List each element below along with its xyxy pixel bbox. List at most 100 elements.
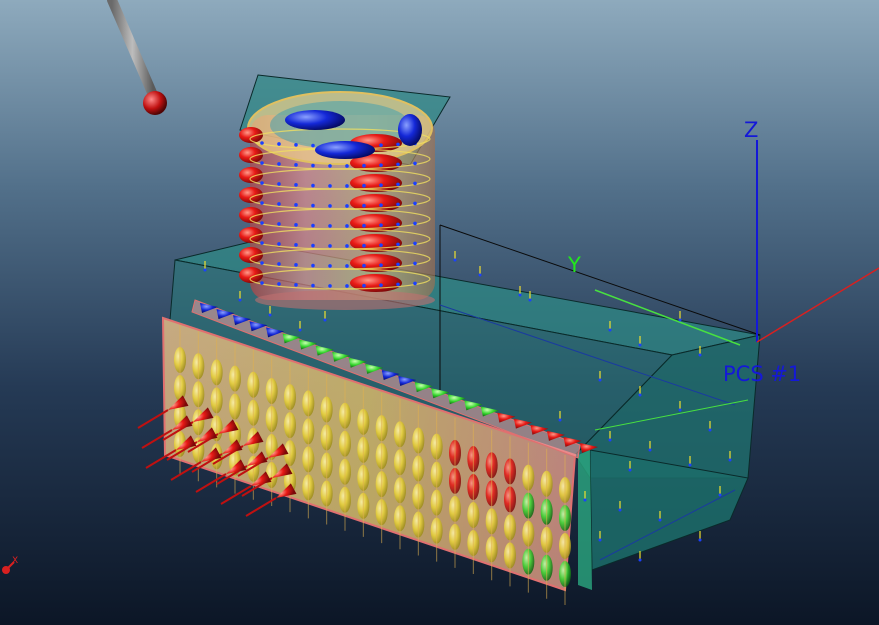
node-dot xyxy=(311,223,315,228)
node-dot xyxy=(396,282,400,287)
node-dot xyxy=(277,162,281,166)
node-dot xyxy=(379,163,383,167)
node-dot xyxy=(311,143,315,148)
top-stress-blue xyxy=(398,114,422,146)
node-dot xyxy=(260,241,264,245)
node-dot xyxy=(328,264,332,268)
force-node xyxy=(698,353,702,357)
node-dot xyxy=(311,163,315,168)
force-node xyxy=(238,298,242,302)
mini-triad-x-label: X xyxy=(12,556,19,566)
force-node xyxy=(298,328,302,332)
node-dot xyxy=(345,164,349,168)
node-dot xyxy=(379,203,383,207)
node-dot xyxy=(260,141,264,145)
force-node xyxy=(648,448,652,452)
node-dot xyxy=(328,204,332,208)
force-node xyxy=(583,498,587,502)
force-node xyxy=(658,518,662,522)
node-dot xyxy=(294,243,298,247)
force-node xyxy=(688,463,692,467)
node-dot xyxy=(328,184,332,188)
node-dot xyxy=(379,263,383,267)
node-dot xyxy=(294,163,298,167)
node-dot xyxy=(379,143,383,147)
3d-viewport[interactable]: Z Y PCS #1 X xyxy=(0,0,879,625)
force-node xyxy=(608,328,612,332)
node-dot xyxy=(345,264,349,268)
node-dot xyxy=(260,261,264,265)
node-dot xyxy=(379,283,383,287)
force-node xyxy=(518,293,522,297)
node-dot xyxy=(396,182,400,187)
top-stress-blue xyxy=(315,141,375,159)
force-node xyxy=(598,538,602,542)
force-node xyxy=(678,408,682,412)
node-dot xyxy=(311,203,315,208)
node-dot xyxy=(294,223,298,227)
node-dot xyxy=(294,283,298,287)
node-dot xyxy=(396,142,400,147)
top-stress-blue xyxy=(285,110,345,130)
fem-scene xyxy=(2,0,879,605)
axis-label-y: Y xyxy=(568,253,581,277)
node-dot xyxy=(362,283,366,288)
node-dot xyxy=(345,284,349,288)
load-arrow-shaft xyxy=(170,461,202,481)
node-dot xyxy=(260,181,264,185)
node-dot xyxy=(379,223,383,227)
node-dot xyxy=(362,183,366,188)
node-dot xyxy=(277,262,281,266)
node-dot xyxy=(413,161,417,166)
probe-rod xyxy=(107,0,167,115)
node-dot xyxy=(345,224,349,228)
node-dot xyxy=(277,242,281,246)
node-dot xyxy=(396,242,400,247)
node-dot xyxy=(379,243,383,247)
force-node xyxy=(478,273,482,277)
axis-label-z: Z xyxy=(744,118,759,142)
load-arrow-shaft xyxy=(245,497,277,517)
node-dot xyxy=(260,281,264,285)
node-dot xyxy=(345,184,349,188)
node-dot xyxy=(396,222,400,227)
force-node xyxy=(718,493,722,497)
node-dot xyxy=(311,283,315,288)
node-dot xyxy=(260,161,264,165)
force-node xyxy=(453,258,457,262)
force-node xyxy=(608,438,612,442)
node-dot xyxy=(311,243,315,248)
node-dot xyxy=(277,282,281,286)
node-dot xyxy=(362,163,366,168)
force-node xyxy=(628,468,632,472)
node-dot xyxy=(379,183,383,187)
node-dot xyxy=(294,203,298,207)
force-node xyxy=(708,428,712,432)
node-dot xyxy=(413,241,417,246)
node-dot xyxy=(328,244,332,248)
node-dot xyxy=(260,201,264,205)
force-node xyxy=(203,268,207,272)
node-dot xyxy=(277,182,281,186)
node-dot xyxy=(328,164,332,168)
node-dot xyxy=(277,222,281,226)
force-node xyxy=(268,313,272,317)
node-dot xyxy=(345,204,349,208)
force-node xyxy=(528,298,532,302)
force-node xyxy=(728,458,732,462)
coordinate-system-label: PCS #1 xyxy=(723,362,802,386)
node-dot xyxy=(396,262,400,267)
node-dot xyxy=(294,143,298,147)
node-dot xyxy=(277,142,281,146)
force-node xyxy=(678,318,682,322)
load-arrow-shaft xyxy=(220,485,252,505)
force-node xyxy=(638,393,642,397)
node-dot xyxy=(294,263,298,267)
node-dot xyxy=(328,224,332,228)
force-node xyxy=(638,343,642,347)
node-dot xyxy=(413,281,417,286)
node-dot xyxy=(413,201,417,206)
load-arrow-shaft xyxy=(195,473,227,493)
node-dot xyxy=(413,261,417,266)
load-arrow-shaft xyxy=(145,449,177,469)
